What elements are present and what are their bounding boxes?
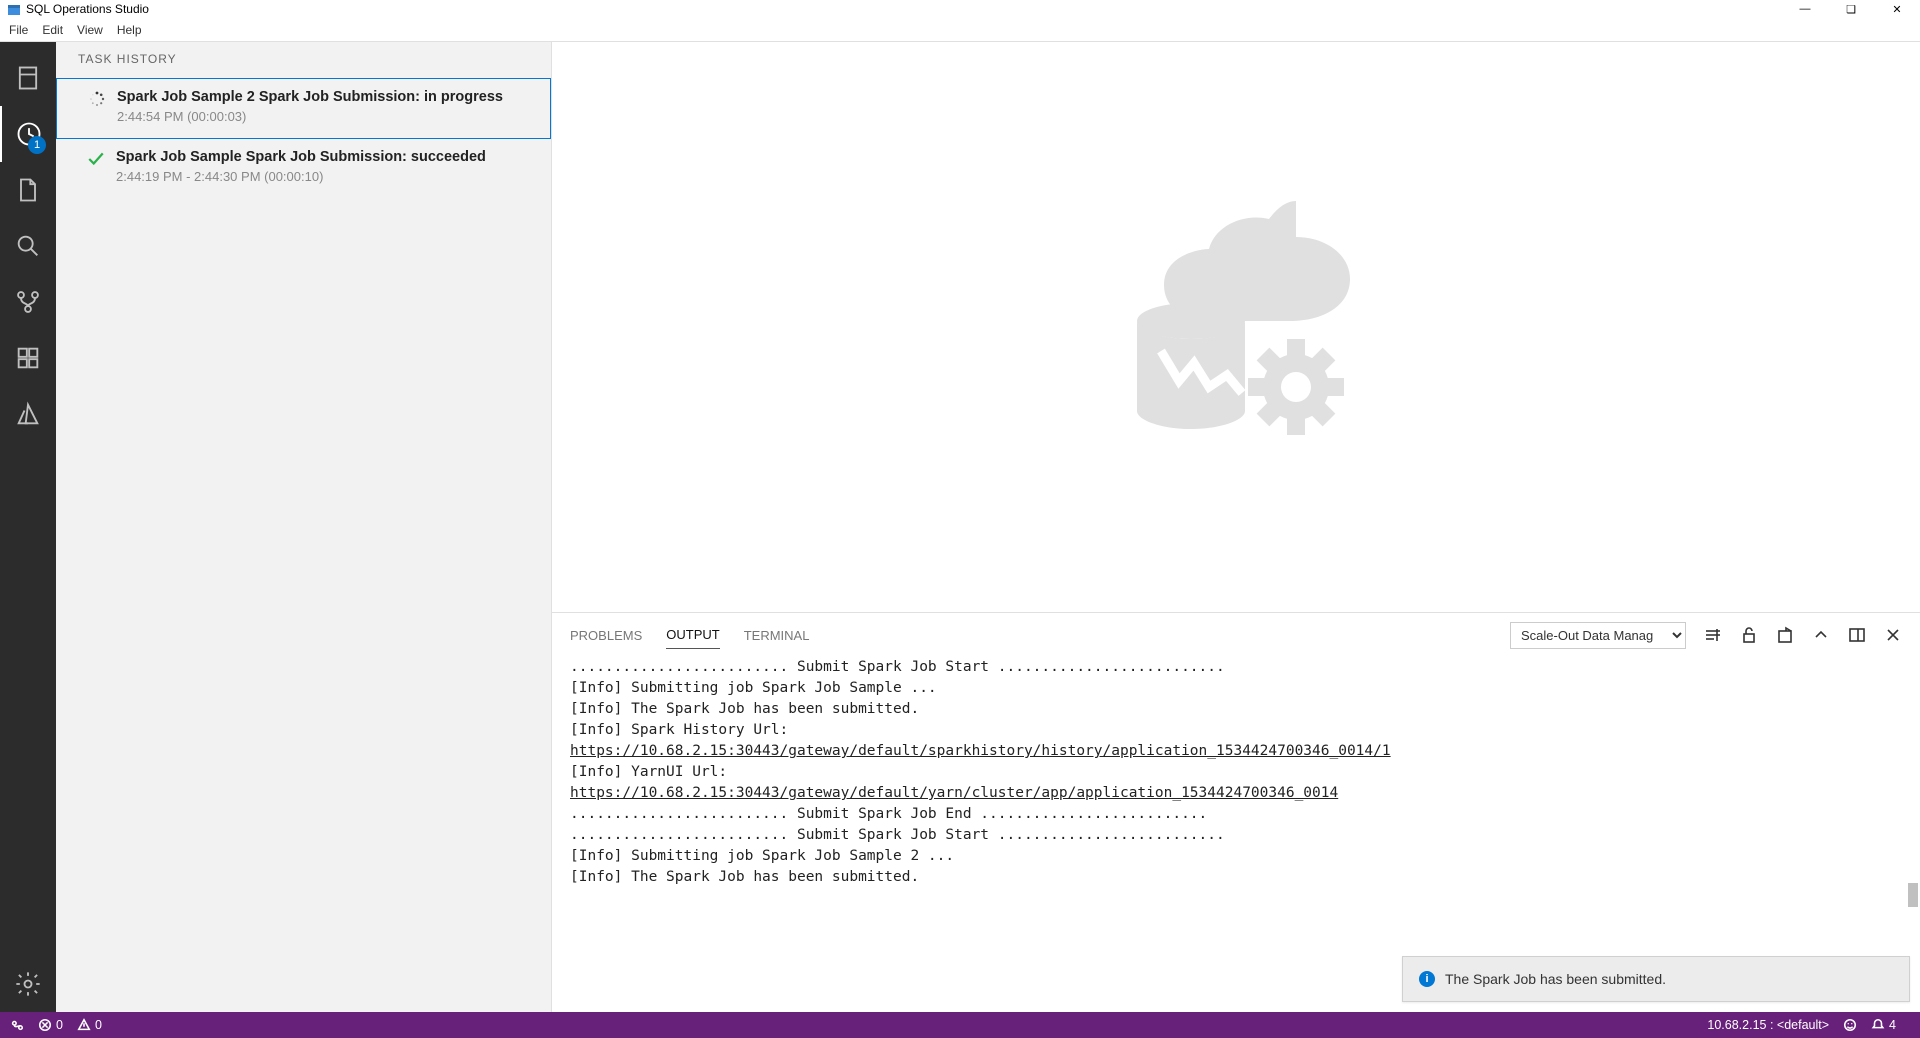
activity-explorer[interactable] [0, 162, 56, 218]
output-line: [Info] Submitting job Spark Job Sample .… [570, 678, 1902, 699]
status-notifications[interactable]: 4 [1871, 1018, 1896, 1032]
menu-view[interactable]: View [70, 21, 110, 39]
status-feedback[interactable] [1843, 1018, 1857, 1032]
output-source-select[interactable]: Scale-Out Data Manag [1510, 622, 1686, 649]
output-line: ......................... Submit Spark J… [570, 804, 1902, 825]
output-line: [Info] YarnUI Url: [570, 762, 1902, 783]
side-panel: TASK HISTORY Spark Job Sample 2 Spark Jo… [56, 42, 552, 1012]
activity-settings[interactable] [0, 956, 56, 1012]
task-item[interactable]: Spark Job Sample Spark Job Submission: s… [56, 139, 551, 198]
status-remote[interactable] [10, 1018, 24, 1032]
scrollbar-thumb[interactable] [1908, 883, 1918, 907]
info-icon: i [1419, 971, 1435, 987]
output-line: https://10.68.2.15:30443/gateway/default… [570, 741, 1902, 762]
clear-output-icon[interactable] [1776, 626, 1794, 644]
spinner-icon [87, 89, 107, 109]
check-icon [86, 149, 106, 169]
window-maximize-button[interactable]: ❏ [1828, 0, 1874, 18]
activity-bar: 1 [0, 42, 56, 1012]
tab-terminal[interactable]: TERMINAL [744, 622, 810, 649]
output-line: ......................... Submit Spark J… [570, 657, 1902, 678]
app-title: SQL Operations Studio [26, 2, 149, 16]
panel-position-icon[interactable] [1848, 626, 1866, 644]
panel-area: PROBLEMS OUTPUT TERMINAL Scale-Out Data … [552, 612, 1920, 1012]
menu-bar: File Edit View Help [0, 18, 1920, 42]
status-warnings[interactable]: 0 [77, 1018, 102, 1032]
task-time: 2:44:19 PM - 2:44:30 PM (00:00:10) [116, 169, 533, 184]
activity-source-control[interactable] [0, 274, 56, 330]
task-title: Spark Job Sample Spark Job Submission: s… [116, 149, 533, 165]
close-panel-icon[interactable] [1884, 626, 1902, 644]
output-line: [Info] The Spark Job has been submitted. [570, 699, 1902, 720]
activity-badge: 1 [28, 136, 46, 154]
panel-actions: Scale-Out Data Manag [833, 622, 1902, 649]
output-line: ......................... Submit Spark J… [570, 825, 1902, 846]
task-list: Spark Job Sample 2 Spark Job Submission:… [56, 78, 551, 1012]
window-close-button[interactable]: ✕ [1874, 0, 1920, 18]
status-errors-count: 0 [56, 1018, 63, 1032]
menu-edit[interactable]: Edit [35, 21, 70, 39]
window-minimize-button[interactable]: — [1782, 0, 1828, 18]
output-line: [Info] Spark History Url: [570, 720, 1902, 741]
activity-task-history[interactable]: 1 [0, 106, 56, 162]
panel-tabs: PROBLEMS OUTPUT TERMINAL Scale-Out Data … [552, 613, 1920, 657]
status-connection[interactable]: 10.68.2.15 : <default> [1707, 1018, 1829, 1032]
activity-extensions[interactable] [0, 330, 56, 386]
task-body: Spark Job Sample 2 Spark Job Submission:… [117, 89, 532, 124]
task-title: Spark Job Sample 2 Spark Job Submission:… [117, 89, 532, 105]
task-time: 2:44:54 PM (00:00:03) [117, 109, 532, 124]
status-bar: 0 0 10.68.2.15 : <default> 4 [0, 1012, 1920, 1038]
status-errors[interactable]: 0 [38, 1018, 63, 1032]
main-area: PROBLEMS OUTPUT TERMINAL Scale-Out Data … [552, 42, 1920, 1012]
output-line: [Info] Submitting job Spark Job Sample 2… [570, 846, 1902, 867]
toast-text: The Spark Job has been submitted. [1445, 971, 1666, 987]
task-item[interactable]: Spark Job Sample 2 Spark Job Submission:… [56, 78, 551, 139]
tab-problems[interactable]: PROBLEMS [570, 622, 642, 649]
lock-icon[interactable] [1740, 626, 1758, 644]
product-logo [1086, 177, 1386, 477]
status-bell-count: 4 [1889, 1018, 1896, 1032]
notification-toast[interactable]: i The Spark Job has been submitted. [1402, 956, 1910, 1002]
side-panel-title: TASK HISTORY [56, 42, 551, 78]
chevron-up-icon[interactable] [1812, 626, 1830, 644]
editor-area [552, 42, 1920, 612]
activity-search[interactable] [0, 218, 56, 274]
activity-azure[interactable] [0, 386, 56, 442]
output-line: [Info] The Spark Job has been submitted. [570, 867, 1902, 888]
status-warnings-count: 0 [95, 1018, 102, 1032]
title-bar: SQL Operations Studio — ❏ ✕ [0, 0, 1920, 18]
menu-help[interactable]: Help [110, 21, 149, 39]
tab-output[interactable]: OUTPUT [666, 621, 719, 649]
toggle-word-wrap-icon[interactable] [1704, 626, 1722, 644]
output-line: https://10.68.2.15:30443/gateway/default… [570, 783, 1902, 804]
menu-file[interactable]: File [2, 21, 35, 39]
workbench: 1 TASK HISTORY [0, 42, 1920, 1012]
app-icon [6, 1, 22, 17]
activity-servers[interactable] [0, 50, 56, 106]
task-body: Spark Job Sample Spark Job Submission: s… [116, 149, 533, 184]
